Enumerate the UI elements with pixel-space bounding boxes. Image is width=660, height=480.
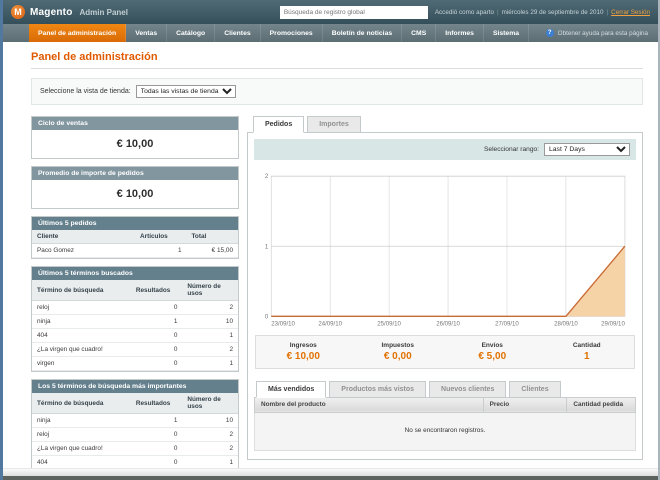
dashboard-panel: Seleccionar rango: Last 7 Days 23/09/10 2… — [247, 132, 643, 460]
tab-pedidos[interactable]: Pedidos — [253, 116, 305, 133]
col-resultados: Resultados — [130, 393, 183, 414]
lifetime-sales-value: € 10,00 — [116, 138, 154, 150]
dashboard-right-column: Pedidos Importes Seleccionar rango: Last… — [247, 116, 643, 468]
average-orders-title: Promedio de importe de pedidos — [32, 167, 238, 180]
help-icon: ? — [545, 29, 554, 37]
total-impuestos: Impuestos € 0,00 — [381, 341, 414, 362]
col-termino: Término de búsqueda — [32, 393, 131, 414]
tab-importes[interactable]: Importes — [307, 116, 361, 133]
total-envios: Envíos € 5,00 — [478, 341, 507, 362]
table-row[interactable]: 404 0 1 — [32, 455, 238, 468]
svg-text:2: 2 — [265, 173, 269, 180]
orders-chart: 23/09/10 24/09/10 25/09/10 26/09/10 27/09/10… — [255, 168, 635, 331]
tab-nuevos-clientes[interactable]: Nuevos clientes — [429, 380, 507, 398]
logo-name: Magento — [30, 6, 73, 18]
col-cliente: Cliente — [32, 230, 135, 244]
svg-text:26/09/10: 26/09/10 — [436, 320, 460, 327]
range-select[interactable]: Last 7 Days — [544, 143, 630, 156]
nav-item-boletin[interactable]: Boletín de noticias — [323, 24, 403, 42]
tab-mas-vendidos[interactable]: Más vendidos — [256, 380, 327, 398]
logout-link[interactable]: Cerrar Sesión — [611, 9, 650, 16]
top-search-terms-title: Los 5 términos de búsqueda más important… — [32, 380, 238, 393]
nav-item-ventas[interactable]: Ventas — [126, 24, 168, 42]
col-cantidad-pedida: Cantidad pedida — [566, 396, 636, 413]
nav-item-promociones[interactable]: Promociones — [261, 24, 323, 42]
col-usos: Número de usos — [182, 393, 238, 414]
global-search-input[interactable] — [279, 5, 428, 19]
last-orders-title: Últimos 5 pedidos — [32, 217, 238, 230]
chart-tabbar: Pedidos Importes — [247, 116, 643, 133]
svg-text:27/09/10: 27/09/10 — [495, 320, 519, 327]
table-row[interactable]: reloj 0 2 — [32, 427, 238, 442]
page-title: Panel de administración — [31, 51, 643, 69]
tab-clientes[interactable]: Clientes — [509, 380, 561, 398]
svg-text:28/09/10: 28/09/10 — [554, 320, 578, 327]
last-orders-box: Últimos 5 pedidos Cliente Artículos Tota… — [31, 216, 239, 259]
nav-item-cms[interactable]: CMS — [402, 24, 437, 42]
store-view-select[interactable]: Todas las vistas de tienda — [135, 85, 236, 98]
nav-item-clientes[interactable]: Clientes — [215, 24, 261, 42]
svg-text:29/09/10: 29/09/10 — [601, 320, 625, 327]
col-precio: Precio — [483, 396, 568, 413]
dashboard-content: Panel de administración Seleccione la vi… — [3, 42, 658, 468]
table-row[interactable]: ninja 1 10 — [32, 413, 238, 428]
nav-item-sistema[interactable]: Sistema — [484, 24, 530, 42]
svg-text:0: 0 — [265, 313, 269, 320]
last-search-terms-title: Últimos 5 términos buscados — [32, 267, 238, 280]
total-cantidad: Cantidad 1 — [572, 341, 601, 362]
col-articulos: Artículos — [135, 230, 187, 244]
col-resultados: Resultados — [130, 280, 183, 301]
nav-item-catalogo[interactable]: Catálogo — [167, 24, 216, 42]
totals-bar: Ingresos € 10,00 Impuestos € 0,00 Envíos… — [255, 334, 635, 369]
main-nav: Panel de administración Ventas Catálogo … — [3, 24, 658, 42]
table-row[interactable]: Paco Gomez 1 € 15,00 — [32, 243, 238, 258]
browser-window: M Magento Admin Panel Accedió como apart… — [0, 0, 660, 480]
table-row[interactable]: 404 0 1 — [32, 328, 238, 343]
total-ingresos: Ingresos € 10,00 — [286, 341, 320, 362]
table-row[interactable]: reloj 0 2 — [32, 300, 238, 315]
window-bottom-gradient — [3, 468, 658, 476]
lifetime-sales-box: Ciclo de ventas € 10,00 — [31, 116, 239, 159]
store-view-label: Seleccione la vista de tienda: — [40, 88, 131, 95]
svg-text:25/09/10: 25/09/10 — [377, 320, 401, 327]
admin-header: M Magento Admin Panel Accedió como apart… — [3, 0, 658, 24]
range-label: Seleccionar rango: — [484, 146, 539, 153]
dashboard-left-column: Ciclo de ventas € 10,00 Promedio de impo… — [31, 116, 239, 468]
get-help-link[interactable]: ? Obtener ayuda para esta página — [545, 24, 658, 42]
range-bar: Seleccionar rango: Last 7 Days — [254, 139, 636, 160]
header-date: miércoles 29 de septiembre de 2010 — [501, 8, 604, 16]
svg-text:1: 1 — [265, 243, 269, 250]
nav-item-panel-administracion[interactable]: Panel de administración — [29, 24, 127, 42]
average-orders-value: € 10,00 — [116, 188, 154, 200]
magento-logo: M Magento Admin Panel — [11, 5, 128, 19]
col-usos: Número de usos — [182, 280, 238, 301]
logged-in-as: Accedió como aparto — [434, 8, 494, 16]
empty-grid-message: No se encontraron registros. — [254, 412, 636, 451]
store-view-switcher: Seleccione la vista de tienda: Todas las… — [31, 78, 643, 105]
nav-item-informes[interactable]: Informes — [436, 24, 484, 42]
lifetime-sales-title: Ciclo de ventas — [32, 117, 238, 130]
svg-text:23/09/10: 23/09/10 — [271, 320, 295, 327]
average-orders-box: Promedio de importe de pedidos € 10,00 — [31, 166, 239, 209]
table-row[interactable]: virgen 0 1 — [32, 356, 238, 371]
top-search-terms-box: Los 5 términos de búsqueda más important… — [31, 379, 239, 468]
window-bottom-edge — [3, 476, 658, 480]
col-total: Total — [186, 230, 238, 244]
tab-productos-mas-vistos[interactable]: Productos más vistos — [329, 380, 427, 398]
col-termino: Término de búsqueda — [32, 280, 131, 301]
orders-area-chart: 23/09/10 24/09/10 25/09/10 26/09/10 27/09/10… — [265, 173, 626, 327]
table-row[interactable]: ¿La virgen que cuadro! 0 2 — [32, 441, 238, 456]
logo-suffix: Admin Panel — [79, 7, 128, 17]
products-grid: Nombre del producto Precio Cantidad pedi… — [254, 396, 636, 451]
last-search-terms-box: Últimos 5 términos buscados Término de b… — [31, 266, 239, 372]
table-row[interactable]: ninja 1 10 — [32, 314, 238, 329]
svg-text:24/09/10: 24/09/10 — [318, 320, 342, 327]
col-nombre-producto: Nombre del producto — [254, 396, 484, 413]
magento-logo-icon: M — [11, 5, 25, 19]
table-row[interactable]: ¿La virgen que cuadro! 0 2 — [32, 342, 238, 357]
products-tabbar: Más vendidos Productos más vistos Nuevos… — [254, 380, 636, 398]
